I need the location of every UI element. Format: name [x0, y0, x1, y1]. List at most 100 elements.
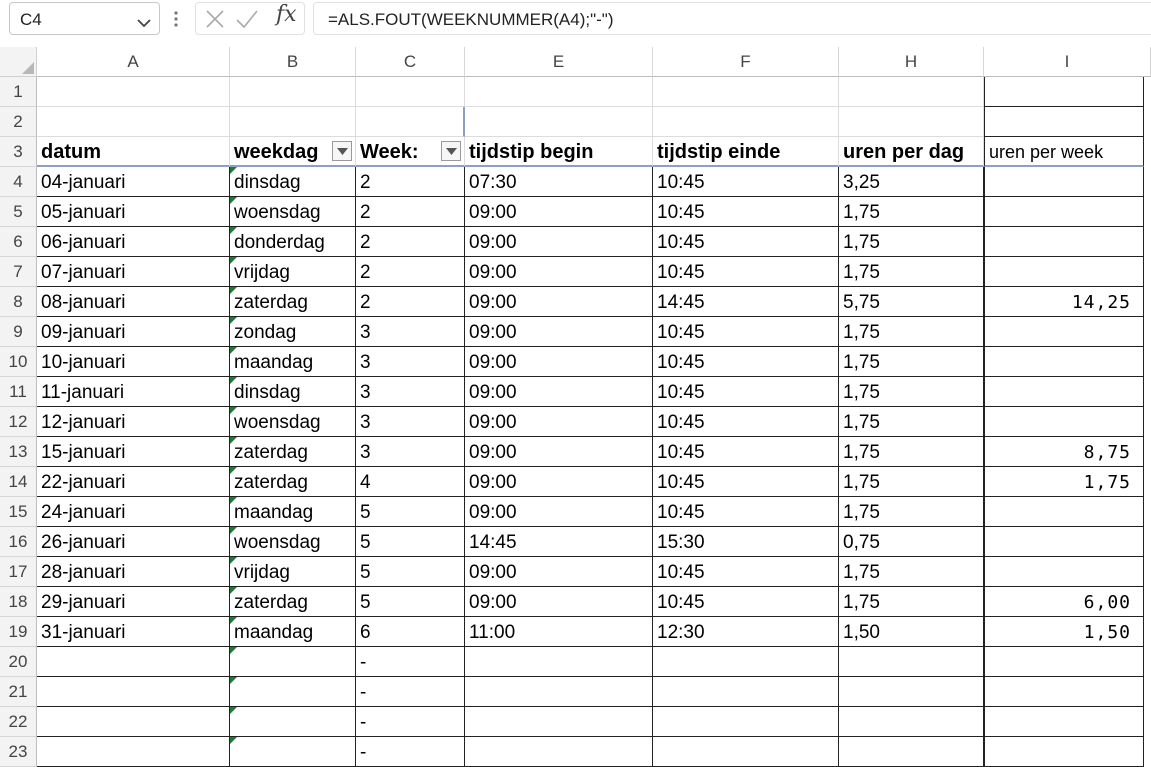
cell-uren-per-week[interactable] [984, 167, 1144, 197]
cell-uren-per-week[interactable] [984, 257, 1144, 287]
cell-tijdstip-begin[interactable] [465, 677, 653, 707]
cell-tijdstip-begin[interactable]: 09:00 [465, 347, 653, 377]
cell-tijdstip-begin[interactable]: 09:00 [465, 227, 653, 257]
cell[interactable] [653, 107, 839, 137]
cell-uren-per-week[interactable] [984, 497, 1144, 527]
cell-week[interactable]: 2 [356, 227, 465, 257]
header-week[interactable]: Week: [356, 137, 465, 167]
cell-week[interactable]: 3 [356, 347, 465, 377]
cell-datum[interactable]: 05-januari [37, 197, 230, 227]
cell-week[interactable]: - [356, 707, 465, 737]
cell-tijdstip-begin[interactable] [465, 737, 653, 767]
cell-tijdstip-einde[interactable]: 15:30 [653, 527, 839, 557]
cell-uren-per-dag[interactable]: 1,75 [839, 377, 984, 407]
cell[interactable] [356, 107, 465, 137]
cell-uren-per-dag[interactable] [839, 737, 984, 767]
cell-tijdstip-einde[interactable] [653, 737, 839, 767]
row-header[interactable]: 7 [0, 257, 37, 287]
cancel-icon[interactable] [205, 9, 225, 34]
cell-tijdstip-einde[interactable]: 10:45 [653, 557, 839, 587]
cell-tijdstip-begin[interactable]: 09:00 [465, 287, 653, 317]
cell-tijdstip-einde[interactable]: 10:45 [653, 407, 839, 437]
cell-datum[interactable]: 24-januari [37, 497, 230, 527]
cell-week[interactable]: 5 [356, 527, 465, 557]
cell-week[interactable]: 2 [356, 287, 465, 317]
row-header[interactable]: 13 [0, 437, 37, 467]
row-header[interactable]: 22 [0, 707, 37, 737]
cell-weekdag[interactable]: dinsdag [230, 377, 356, 407]
cell-uren-per-dag[interactable]: 5,75 [839, 287, 984, 317]
cell-tijdstip-begin[interactable]: 09:00 [465, 497, 653, 527]
cell-week[interactable]: 3 [356, 377, 465, 407]
cell-uren-per-dag[interactable]: 1,75 [839, 197, 984, 227]
cell-uren-per-dag[interactable]: 1,75 [839, 227, 984, 257]
cell-tijdstip-einde[interactable]: 14:45 [653, 287, 839, 317]
cell-week[interactable]: - [356, 677, 465, 707]
row-header[interactable]: 4 [0, 167, 37, 197]
cell-weekdag[interactable] [230, 707, 356, 737]
header-tijdstip-einde[interactable]: tijdstip einde [653, 137, 839, 167]
cell-datum[interactable]: 22-januari [37, 467, 230, 497]
row-header[interactable]: 3 [0, 137, 37, 167]
filter-dropdown-icon[interactable] [441, 141, 461, 161]
cell-datum[interactable] [37, 737, 230, 767]
cell-uren-per-week[interactable]: 8,75 [984, 437, 1144, 467]
cell-datum[interactable]: 12-januari [37, 407, 230, 437]
cell-datum[interactable]: 28-januari [37, 557, 230, 587]
cell[interactable] [230, 77, 356, 107]
cell[interactable] [839, 77, 984, 107]
cell-uren-per-week[interactable] [984, 527, 1144, 557]
cell-datum[interactable]: 26-januari [37, 527, 230, 557]
cell[interactable] [653, 77, 839, 107]
cell-datum[interactable] [37, 707, 230, 737]
enter-icon[interactable] [235, 9, 259, 34]
cell-weekdag[interactable] [230, 737, 356, 767]
cell-weekdag[interactable] [230, 647, 356, 677]
cell-uren-per-week[interactable] [984, 377, 1144, 407]
cell-tijdstip-begin[interactable] [465, 647, 653, 677]
cell-tijdstip-begin[interactable]: 09:00 [465, 317, 653, 347]
cell-uren-per-week[interactable] [984, 707, 1144, 737]
cell-week[interactable]: 5 [356, 557, 465, 587]
cell-uren-per-week[interactable] [984, 407, 1144, 437]
name-box[interactable]: C4 [9, 2, 160, 35]
row-header[interactable]: 1 [0, 77, 37, 107]
cell[interactable] [839, 107, 984, 137]
cell-weekdag[interactable]: woensdag [230, 407, 356, 437]
cell-uren-per-dag[interactable]: 0,75 [839, 527, 984, 557]
cell-uren-per-dag[interactable]: 1,75 [839, 317, 984, 347]
row-header[interactable]: 20 [0, 647, 37, 677]
chevron-down-icon[interactable] [137, 15, 151, 33]
cell-tijdstip-begin[interactable] [465, 707, 653, 737]
cell-weekdag[interactable]: woensdag [230, 197, 356, 227]
cell-weekdag[interactable]: vrijdag [230, 257, 356, 287]
cell[interactable] [465, 77, 653, 107]
cell-uren-per-dag[interactable]: 1,75 [839, 557, 984, 587]
cell-uren-per-dag[interactable]: 1,75 [839, 437, 984, 467]
cell-weekdag[interactable]: zondag [230, 317, 356, 347]
cell-week[interactable]: 2 [356, 257, 465, 287]
cell-tijdstip-einde[interactable]: 10:45 [653, 587, 839, 617]
cell[interactable] [37, 107, 230, 137]
cell-tijdstip-begin[interactable]: 11:00 [465, 617, 653, 647]
row-header[interactable]: 23 [0, 737, 37, 767]
row-header[interactable]: 11 [0, 377, 37, 407]
row-header[interactable]: 16 [0, 527, 37, 557]
cell-uren-per-dag[interactable] [839, 677, 984, 707]
fx-icon[interactable]: fx [276, 2, 297, 27]
column-header-c[interactable]: C [356, 47, 465, 77]
column-header-a[interactable]: A [37, 47, 230, 77]
cell-weekdag[interactable]: zaterdag [230, 587, 356, 617]
row-header[interactable]: 17 [0, 557, 37, 587]
cell-uren-per-dag[interactable]: 3,25 [839, 167, 984, 197]
cell-uren-per-dag[interactable] [839, 707, 984, 737]
cell[interactable] [230, 107, 356, 137]
row-header[interactable]: 19 [0, 617, 37, 647]
column-header-f[interactable]: F [653, 47, 839, 77]
cell-uren-per-week[interactable] [984, 557, 1144, 587]
cell-uren-per-week[interactable] [984, 317, 1144, 347]
cell[interactable] [465, 107, 653, 137]
select-all-icon[interactable] [0, 47, 37, 77]
header-uren-per-dag[interactable]: uren per dag [839, 137, 984, 167]
cell-uren-per-week[interactable]: 1,75 [984, 467, 1144, 497]
